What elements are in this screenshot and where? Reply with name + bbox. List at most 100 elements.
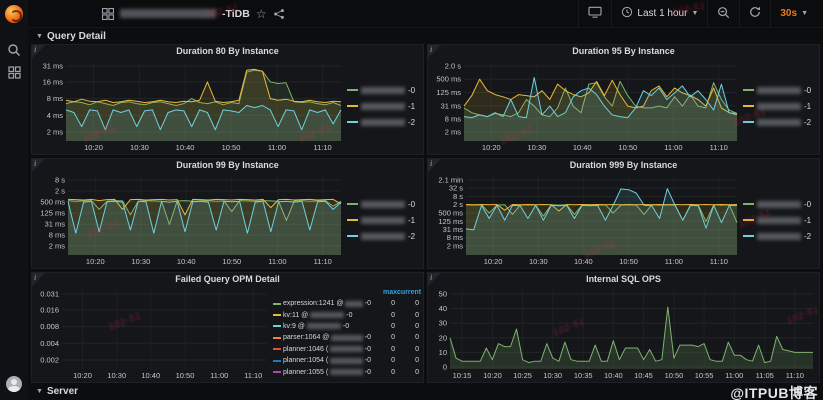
legend-item[interactable]: kv:11 @-000 xyxy=(273,309,419,320)
section-row-query-detail[interactable]: ▼ Query Detail xyxy=(31,30,820,43)
series-name-suffix: -1 xyxy=(804,102,811,111)
zoom-out-icon xyxy=(717,6,730,22)
panel-title[interactable]: Duration 999 By Instance xyxy=(428,159,819,172)
svg-text:31 ms: 31 ms xyxy=(441,101,462,110)
search-icon[interactable] xyxy=(7,43,21,57)
svg-text:11:10: 11:10 xyxy=(710,143,728,152)
series-max-value: 0 xyxy=(373,334,395,341)
dashboard-grid-icon[interactable] xyxy=(102,8,114,20)
dashboards-icon[interactable] xyxy=(8,66,21,79)
legend-item[interactable]: expression:1241 @-000 xyxy=(273,298,419,309)
svg-text:10:50: 10:50 xyxy=(619,257,638,266)
legend-item[interactable]: -2 xyxy=(743,118,815,127)
svg-text:0.016: 0.016 xyxy=(40,305,59,314)
dashboard-title-suffix[interactable]: -TiDB xyxy=(222,8,250,20)
svg-text:500 ms: 500 ms xyxy=(40,198,65,207)
svg-text:500 ms: 500 ms xyxy=(436,75,461,84)
panel-title[interactable]: Internal SQL OPS xyxy=(428,273,819,286)
series-max-value: 0 xyxy=(373,300,395,307)
svg-text:11:10: 11:10 xyxy=(710,257,728,266)
svg-text:125 ms: 125 ms xyxy=(436,88,461,97)
legend-column-max[interactable]: max xyxy=(375,289,397,296)
time-range-picker[interactable]: Last 1 hour ▼ xyxy=(611,0,707,27)
legend-item[interactable]: -1 xyxy=(347,216,419,225)
refresh-interval-picker[interactable]: 30s ▼ xyxy=(770,0,817,27)
svg-text:10:30: 10:30 xyxy=(107,371,126,380)
series-name-prefix: planner:1054 ( xyxy=(283,357,328,364)
series-current-value: 0 xyxy=(397,369,419,376)
legend-item[interactable]: -1 xyxy=(347,102,419,111)
legend-table-header: maxcurrent xyxy=(273,289,419,296)
panel-title[interactable]: Duration 95 By Instance xyxy=(428,45,819,58)
chevron-down-icon: ▼ xyxy=(36,33,43,40)
star-icon[interactable]: ☆ xyxy=(256,8,267,20)
share-icon[interactable] xyxy=(273,8,285,20)
legend-item[interactable]: -0 xyxy=(743,86,815,95)
section-title: Server xyxy=(47,386,78,397)
panel-duration-95: i Duration 95 By Instance 10:2010:3010:4… xyxy=(427,44,820,155)
svg-text:11:00: 11:00 xyxy=(210,371,228,380)
series-name-suffix: -0 xyxy=(804,200,811,209)
chart-duration-80[interactable]: 10:2010:3010:4010:5011:0011:1031 ms16 ms… xyxy=(32,58,347,154)
svg-text:11:05: 11:05 xyxy=(756,371,774,380)
legend-item[interactable]: planner:1055 (-000 xyxy=(273,366,419,377)
legend-item[interactable]: -0 xyxy=(743,200,815,209)
svg-text:10:20: 10:20 xyxy=(86,257,105,266)
series-name-suffix: -0 xyxy=(365,334,371,341)
svg-text:10:30: 10:30 xyxy=(528,143,547,152)
chart-duration-95[interactable]: 10:2010:3010:4010:5011:0011:102.0 s500 m… xyxy=(428,58,743,154)
zoom-out-button[interactable] xyxy=(707,0,739,27)
series-current-value: 0 xyxy=(397,300,419,307)
legend-item[interactable]: -2 xyxy=(347,118,419,127)
tv-icon xyxy=(588,6,602,21)
legend: -0 -1 -2 xyxy=(743,58,819,154)
section-title: Query Detail xyxy=(47,31,106,42)
legend: -0 -1 -2 xyxy=(347,58,423,154)
chart-failed-query-opm[interactable]: 10:2010:3010:4010:5011:0011:100.0310.016… xyxy=(32,286,273,382)
refresh-button[interactable] xyxy=(739,0,770,27)
legend-item[interactable]: -2 xyxy=(743,232,815,241)
svg-text:40: 40 xyxy=(439,304,447,313)
svg-text:10:55: 10:55 xyxy=(695,371,714,380)
legend-column-current[interactable]: current xyxy=(397,289,419,296)
series-name-redacted xyxy=(757,103,801,110)
series-name-suffix: -0 xyxy=(804,86,811,95)
legend-item[interactable]: planner:1046 (-000 xyxy=(273,344,419,355)
legend-item[interactable]: -0 xyxy=(347,86,419,95)
series-color-dash xyxy=(743,235,754,237)
legend-item[interactable]: -2 xyxy=(347,232,419,241)
chart-canvas: 10:2010:3010:4010:5011:0011:108 s2 s500 … xyxy=(32,172,347,268)
series-name-suffix: -1 xyxy=(408,216,415,225)
legend-item[interactable]: -1 xyxy=(743,216,815,225)
grafana-logo[interactable] xyxy=(5,5,23,23)
panel-title[interactable]: Duration 99 By Instance xyxy=(32,159,423,172)
legend-item[interactable]: parser:1064 @-000 xyxy=(273,332,419,343)
series-name-suffix: -2 xyxy=(408,232,415,241)
chart-internal-sql-ops[interactable]: 10:1510:2010:2510:3010:3510:4010:4510:50… xyxy=(428,286,819,382)
series-current-value: 0 xyxy=(397,323,419,330)
svg-text:10:20: 10:20 xyxy=(84,143,103,152)
legend-item[interactable]: -0 xyxy=(347,200,419,209)
cycle-view-button[interactable] xyxy=(578,0,611,27)
svg-text:11:00: 11:00 xyxy=(268,257,286,266)
chart-duration-99[interactable]: 10:2010:3010:4010:5011:0011:108 s2 s500 … xyxy=(32,172,347,268)
series-current-value: 0 xyxy=(397,346,419,353)
svg-text:0.002: 0.002 xyxy=(40,356,59,365)
svg-text:31 ms: 31 ms xyxy=(45,220,66,229)
legend-item[interactable]: kv:9 @-000 xyxy=(273,321,419,332)
legend-item[interactable]: -1 xyxy=(743,102,815,111)
user-avatar[interactable] xyxy=(6,376,22,392)
section-row-server[interactable]: ▼ Server xyxy=(31,385,820,398)
svg-text:10:40: 10:40 xyxy=(176,143,195,152)
panel-title[interactable]: Failed Query OPM Detail xyxy=(32,273,423,286)
series-color-dash xyxy=(273,371,281,373)
svg-text:10:30: 10:30 xyxy=(130,143,149,152)
chart-duration-999[interactable]: 10:2010:3010:4010:5011:0011:102.1 min32 … xyxy=(428,172,743,268)
legend-item[interactable]: planner:1054 (-000 xyxy=(273,355,419,366)
svg-text:11:00: 11:00 xyxy=(268,143,286,152)
series-current-value: 0 xyxy=(397,357,419,364)
svg-text:10:20: 10:20 xyxy=(484,257,503,266)
series-name-suffix: -1 xyxy=(804,216,811,225)
panel-title[interactable]: Duration 80 By Instance xyxy=(32,45,423,58)
chevron-down-icon: ▼ xyxy=(801,10,808,17)
